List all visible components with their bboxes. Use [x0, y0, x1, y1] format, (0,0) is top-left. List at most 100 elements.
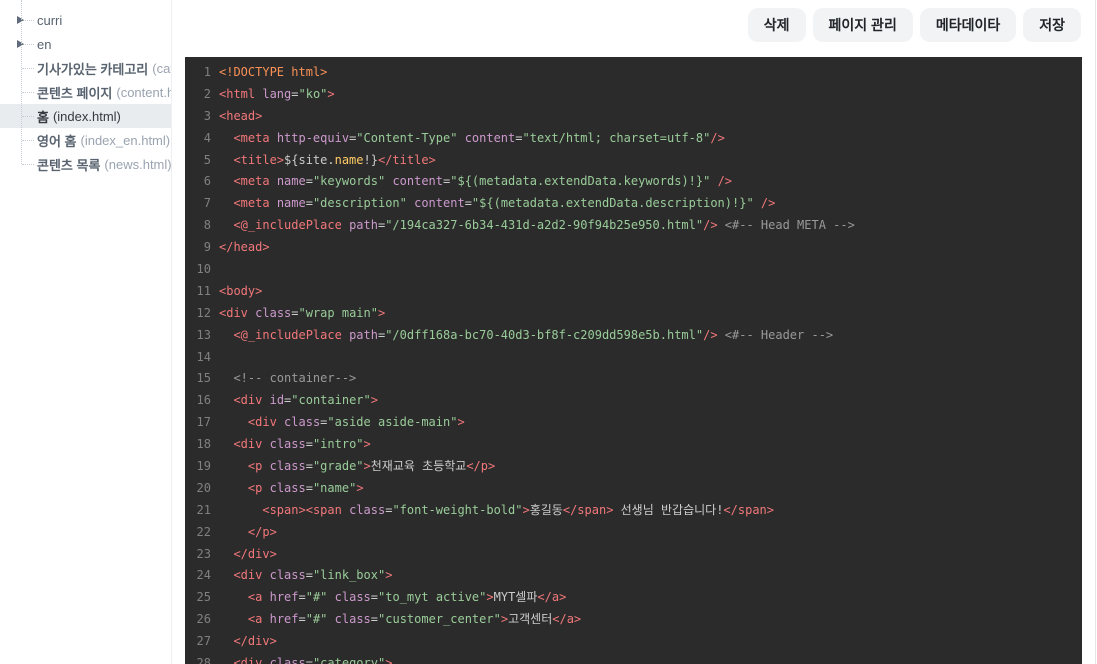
code-text: <@_includePlace path="/0dff168a-bc70-40d… — [233, 327, 834, 342]
line-number: 17 — [196, 415, 211, 430]
line-number: 11 — [196, 283, 211, 298]
tree-connector-line — [22, 116, 34, 117]
code-line[interactable]: 16 <div id="container"> — [185, 390, 1082, 412]
tree-item-label: 영어 홈 — [37, 133, 77, 149]
sidebar: currien기사가있는 카테고리(cate콘텐츠 페이지(content.ht… — [0, 0, 172, 664]
tree-item-filename: (cate — [152, 60, 171, 76]
line-number: 20 — [196, 480, 211, 495]
code-text: <a href="#" class="customer_center">고객센터… — [247, 612, 582, 627]
code-text: <div class="link_box"> — [233, 568, 393, 583]
code-line[interactable]: 22 </p> — [185, 522, 1082, 544]
line-number: 7 — [203, 196, 211, 211]
line-number: 27 — [196, 634, 211, 649]
code-line[interactable]: 5 <title>${site.name!}</title> — [185, 150, 1082, 172]
code-text: <title>${site.name!}</title> — [233, 152, 436, 167]
code-line[interactable]: 8 <@_includePlace path="/194ca327-6b34-4… — [185, 215, 1082, 237]
delete-button[interactable]: 삭제 — [747, 8, 806, 42]
page-manage-button[interactable]: 페이지 관리 — [812, 8, 913, 42]
code-line[interactable]: 11 <body> — [185, 281, 1082, 303]
line-number: 26 — [196, 612, 211, 627]
sidebar-item-en[interactable]: en — [0, 32, 171, 56]
sidebar-item-category-page[interactable]: 기사가있는 카테고리(cate — [0, 56, 171, 80]
sidebar-item-english-home-page[interactable]: 영어 홈 (index_en.html) — [0, 128, 171, 152]
code-text: <div class="aside aside-main"> — [247, 415, 465, 430]
code-editor[interactable]: 1 <!DOCTYPE html> 2 <html lang="ko"> 3 <head>… — [185, 57, 1082, 664]
expand-arrow-icon[interactable] — [17, 16, 24, 24]
tree-item-label: 기사가있는 카테고리 — [37, 61, 149, 77]
code-text: <p class="name"> — [247, 480, 364, 495]
line-number: 22 — [196, 524, 211, 539]
code-text: </head> — [219, 240, 270, 255]
code-line[interactable]: 26 <a href="#" class="customer_center">고… — [185, 609, 1082, 631]
code-text: </div> — [233, 546, 277, 561]
line-number: 25 — [196, 590, 211, 605]
line-number: 2 — [203, 86, 211, 101]
code-text: <html lang="ko"> — [219, 86, 335, 101]
line-number: 6 — [203, 174, 211, 189]
sidebar-item-content-page[interactable]: 콘텐츠 페이지(content.ht — [0, 80, 171, 104]
code-line[interactable]: 27 </div> — [185, 631, 1082, 653]
code-line[interactable]: 23 </div> — [185, 544, 1082, 566]
code-line[interactable]: 18 <div class="intro"> — [185, 434, 1082, 456]
code-text: <meta http-equiv="Content-Type" content=… — [233, 130, 725, 145]
code-line[interactable]: 3 <head> — [185, 106, 1082, 128]
expand-arrow-icon[interactable] — [17, 40, 24, 48]
tree-connector-line — [22, 68, 34, 69]
tree-item-filename: (content.ht — [116, 84, 171, 100]
code-line[interactable]: 12 <div class="wrap main"> — [185, 303, 1082, 325]
tree-connector-line — [22, 140, 34, 141]
code-text: <meta name="description" content="${(met… — [233, 196, 776, 211]
line-number: 10 — [196, 262, 211, 277]
line-number: 9 — [203, 240, 211, 255]
tree-item-filename: (news.html) — [104, 156, 171, 172]
line-number: 24 — [196, 568, 211, 583]
code-text: <!DOCTYPE html> — [219, 65, 328, 79]
line-number: 21 — [196, 502, 211, 517]
sidebar-item-content-list-page[interactable]: 콘텐츠 목록 (news.html) — [0, 152, 171, 176]
line-number: 12 — [196, 305, 211, 320]
code-text: <head> — [219, 108, 263, 123]
line-number: 19 — [196, 459, 211, 474]
code-line[interactable]: 13 <@_includePlace path="/0dff168a-bc70-… — [185, 325, 1082, 347]
line-number: 18 — [196, 437, 211, 452]
code-line[interactable]: 9 </head> — [185, 237, 1082, 259]
tree-item-label: en — [37, 36, 52, 52]
sidebar-item-curri[interactable]: curri — [0, 8, 171, 32]
code-line[interactable]: 28 <div class="category"> — [185, 653, 1082, 664]
code-text: <!-- container--> — [233, 371, 357, 386]
code-line[interactable]: 24 <div class="link_box"> — [185, 565, 1082, 587]
code-line[interactable]: 4 <meta http-equiv="Content-Type" conten… — [185, 128, 1082, 150]
line-number: 13 — [196, 327, 211, 342]
code-line[interactable]: 17 <div class="aside aside-main"> — [185, 412, 1082, 434]
line-number: 5 — [203, 152, 211, 167]
code-line[interactable]: 2 <html lang="ko"> — [185, 84, 1082, 106]
code-text: <span><span class="font-weight-bold">홍길동… — [262, 502, 774, 517]
code-line[interactable]: 14 — [185, 347, 1082, 369]
code-text: <@_includePlace path="/194ca327-6b34-431… — [233, 218, 855, 233]
line-number: 8 — [203, 218, 211, 233]
code-line[interactable]: 25 <a href="#" class="to_myt active">MYT… — [185, 587, 1082, 609]
sidebar-item-home-page[interactable]: 홈 (index.html) — [0, 104, 171, 128]
tree-item-label: 콘텐츠 페이지 — [37, 85, 113, 101]
tree-connector-line — [22, 164, 34, 165]
tree-item-filename: (index_en.html) — [80, 132, 171, 148]
line-number: 3 — [203, 108, 211, 123]
metadata-button[interactable]: 메타데이타 — [919, 8, 1017, 42]
code-line[interactable]: 10 — [185, 259, 1082, 281]
save-button[interactable]: 저장 — [1023, 8, 1081, 42]
right-divider — [1095, 0, 1096, 664]
code-line[interactable]: 21 <span><span class="font-weight-bold">… — [185, 500, 1082, 522]
line-number: 15 — [196, 371, 211, 386]
code-line[interactable]: 7 <meta name="description" content="${(m… — [185, 193, 1082, 215]
tree-item-filename: (index.html) — [52, 108, 121, 124]
line-number: 1 — [203, 65, 211, 79]
code-text: <div id="container"> — [233, 393, 378, 408]
line-number: 23 — [196, 546, 211, 561]
code-line[interactable]: 1 <!DOCTYPE html> — [185, 62, 1082, 84]
code-line[interactable]: 6 <meta name="keywords" content="${(meta… — [185, 171, 1082, 193]
line-number: 16 — [196, 393, 211, 408]
code-line[interactable]: 15 <!-- container--> — [185, 368, 1082, 390]
code-line[interactable]: 19 <p class="grade">천재교육 초등학교</p> — [185, 456, 1082, 478]
code-line[interactable]: 20 <p class="name"> — [185, 478, 1082, 500]
